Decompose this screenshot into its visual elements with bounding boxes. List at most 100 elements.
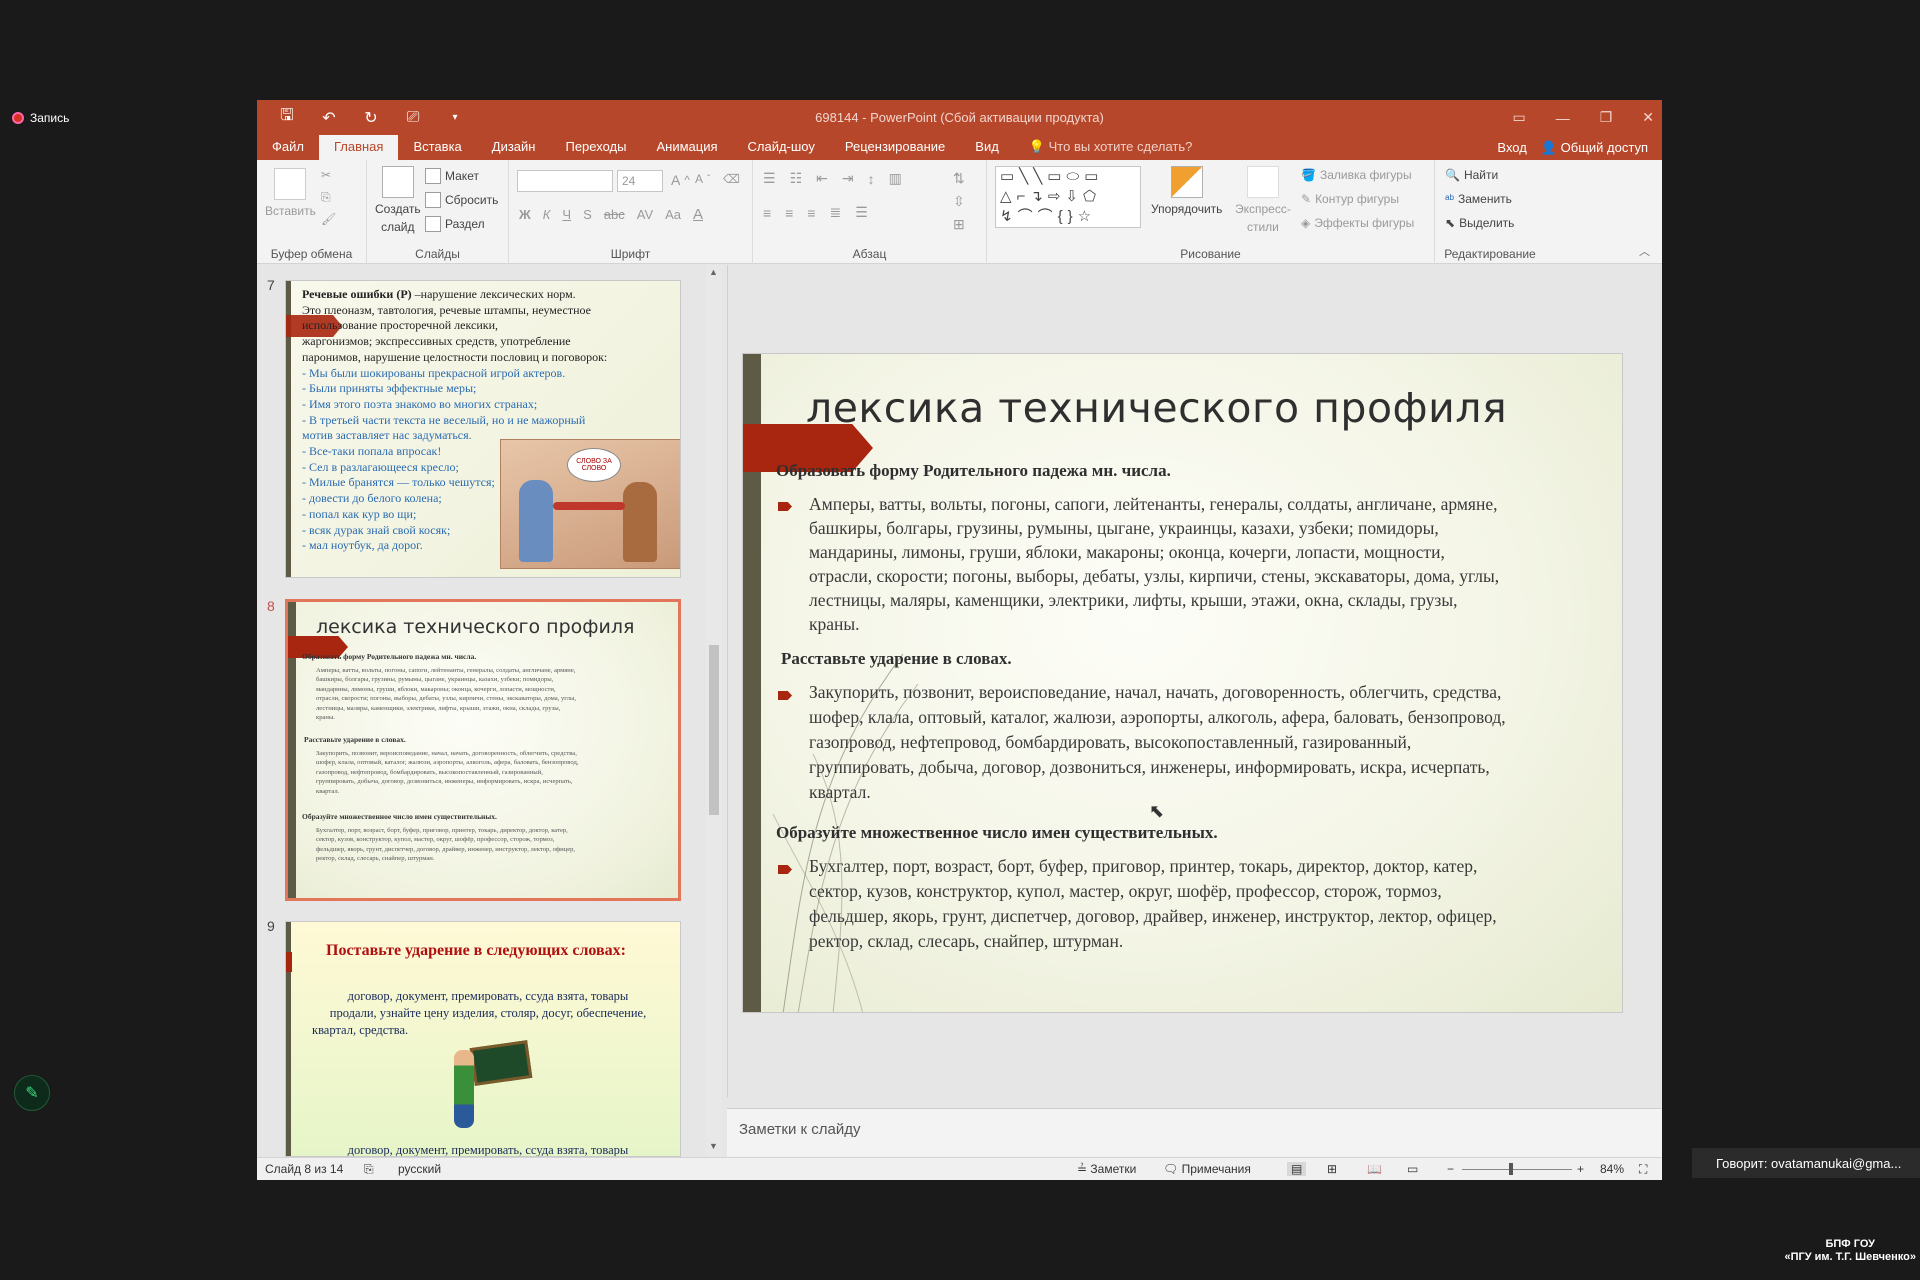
- increase-indent-icon[interactable]: ⇥: [842, 170, 854, 187]
- thumbnail-slide-9[interactable]: Поставьте ударение в следующих словах: д…: [285, 921, 681, 1157]
- font-size-input[interactable]: 24: [617, 170, 663, 192]
- undo-icon[interactable]: ↶: [319, 108, 339, 128]
- shape-outline-button[interactable]: ✎ Контур фигуры: [1301, 192, 1399, 206]
- main-slide[interactable]: лексика технического профиля Образовать …: [742, 353, 1623, 1013]
- spellcheck-icon[interactable]: ⎘: [364, 1162, 374, 1177]
- tab-insert[interactable]: Вставка: [398, 135, 476, 160]
- shape-effects-button[interactable]: ◈ Эффекты фигуры: [1301, 216, 1414, 230]
- close-icon[interactable]: ✕: [1642, 109, 1654, 126]
- slide-heading-2[interactable]: Расставьте ударение в словах.: [781, 649, 1012, 669]
- font-name-input[interactable]: [517, 170, 613, 192]
- slide-paragraph-2[interactable]: Закупорить, позвонит, вероисповедание, н…: [809, 680, 1506, 805]
- comments-toggle[interactable]: 🗨 Примечания: [1163, 1162, 1251, 1176]
- minimize-icon[interactable]: —: [1556, 110, 1570, 126]
- format-painter-icon[interactable]: 🖌: [321, 212, 336, 226]
- slideshow-from-start-icon[interactable]: ⎚: [403, 109, 423, 127]
- restore-icon[interactable]: ❐: [1600, 109, 1613, 126]
- tab-slideshow[interactable]: Слайд-шоу: [733, 135, 830, 160]
- notes-pane[interactable]: Заметки к слайду: [727, 1108, 1662, 1157]
- align-right-icon[interactable]: ≡: [807, 205, 815, 221]
- tab-transitions[interactable]: Переходы: [550, 135, 641, 160]
- save-icon[interactable]: 🖫: [277, 104, 297, 131]
- numbering-icon[interactable]: ☷: [790, 170, 803, 187]
- cut-icon[interactable]: ✂: [321, 168, 331, 182]
- slide-paragraph-3[interactable]: Бухгалтер, порт, возраст, борт, буфер, п…: [809, 854, 1497, 954]
- underline-button[interactable]: Ч: [562, 207, 571, 222]
- tell-me-box[interactable]: 💡 Что вы хотите сделать?: [1014, 135, 1208, 160]
- columns-icon[interactable]: ▥: [889, 170, 902, 187]
- signin-link[interactable]: Вход: [1497, 140, 1526, 155]
- share-label: Общий доступ: [1560, 139, 1648, 155]
- align-left-icon[interactable]: ≡: [763, 205, 771, 221]
- new-slide-button[interactable]: Создать слайд: [375, 166, 421, 234]
- zoom-slider-thumb[interactable]: [1509, 1163, 1513, 1175]
- shadow-button[interactable]: S: [583, 207, 592, 222]
- text-columns-icon[interactable]: ☰: [855, 204, 868, 221]
- section-button[interactable]: Раздел: [425, 216, 485, 232]
- scroll-down-icon[interactable]: ▼: [709, 1141, 718, 1151]
- line-spacing-icon[interactable]: ↕: [868, 171, 875, 187]
- char-spacing-button[interactable]: AV: [637, 207, 653, 222]
- replace-button[interactable]: ᵃᵇ Заменить: [1445, 192, 1512, 206]
- find-button[interactable]: 🔍 Найти: [1445, 168, 1498, 182]
- slide-sorter-icon[interactable]: ⊞: [1327, 1162, 1337, 1176]
- quick-styles-button[interactable]: Экспресс-стили: [1235, 166, 1291, 234]
- thumbnails-scroll-thumb[interactable]: [709, 645, 719, 815]
- slideshow-view-icon[interactable]: ▭: [1407, 1162, 1418, 1176]
- thumbnail-slide-7[interactable]: Речевые ошибки (Р) –нарушение лексически…: [285, 280, 681, 578]
- language-indicator[interactable]: русский: [398, 1162, 441, 1176]
- zoom-slider[interactable]: [1462, 1169, 1572, 1170]
- zoom-level[interactable]: 84%: [1600, 1162, 1624, 1176]
- shrink-font-icon[interactable]: Aˇ: [695, 172, 710, 186]
- tab-home[interactable]: Главная: [318, 135, 399, 160]
- select-button[interactable]: ⬉ Выделить: [1445, 216, 1514, 230]
- clear-formatting-icon[interactable]: ⌫: [723, 172, 740, 186]
- align-text-icon[interactable]: ⇳: [953, 193, 965, 210]
- tab-file[interactable]: Файл: [257, 135, 319, 160]
- tab-review[interactable]: Рецензирование: [830, 135, 960, 160]
- shape-fill-button[interactable]: 🪣 Заливка фигуры: [1301, 168, 1412, 182]
- bullets-icon[interactable]: ☰: [763, 170, 776, 187]
- thumbnails-scrollbar[interactable]: ▲ ▼: [706, 265, 722, 1157]
- thumbnail-slide-8[interactable]: лексика технического профиля Образовать …: [285, 599, 681, 901]
- smartart-icon[interactable]: ⊞: [953, 216, 965, 233]
- ribbon-display-icon[interactable]: ▭: [1512, 109, 1525, 126]
- decrease-indent-icon[interactable]: ⇤: [816, 170, 828, 187]
- grow-font-icon[interactable]: A ^: [671, 172, 690, 188]
- text-direction-icon[interactable]: ⇅: [953, 170, 965, 187]
- arrange-button[interactable]: Упорядочить: [1151, 166, 1222, 216]
- bold-button[interactable]: Ж: [519, 207, 531, 222]
- copy-icon[interactable]: ⎘: [321, 190, 331, 205]
- customize-qat-icon[interactable]: ▾: [445, 112, 465, 123]
- paste-button[interactable]: Вставить: [265, 168, 316, 218]
- strikethrough-button[interactable]: abc: [604, 207, 625, 222]
- notes-toggle[interactable]: ≟ Заметки: [1077, 1162, 1136, 1176]
- tab-animations[interactable]: Анимация: [641, 135, 732, 160]
- slide-paragraph-1[interactable]: Амперы, ватты, вольты, погоны, сапоги, л…: [809, 492, 1499, 636]
- zoom-in-icon[interactable]: +: [1577, 1162, 1584, 1176]
- paragraph-group-label: Абзац: [852, 247, 887, 261]
- share-button[interactable]: 👤 Общий доступ: [1541, 140, 1648, 156]
- tab-design[interactable]: Дизайн: [477, 135, 551, 160]
- change-case-button[interactable]: Aa: [665, 207, 681, 222]
- collapse-ribbon-icon[interactable]: ︿: [1639, 243, 1650, 259]
- italic-button[interactable]: К: [543, 207, 551, 222]
- scroll-up-icon[interactable]: ▲: [709, 267, 718, 277]
- quick-styles-label-2: стили: [1246, 220, 1279, 234]
- annotate-pen-icon[interactable]: ✎: [14, 1075, 50, 1111]
- slide-heading-3[interactable]: Образуйте множественное число имен сущес…: [776, 823, 1218, 843]
- tab-view[interactable]: Вид: [960, 135, 1014, 160]
- align-center-icon[interactable]: ≡: [785, 205, 793, 221]
- reset-button[interactable]: Сбросить: [425, 192, 498, 208]
- justify-icon[interactable]: ≣: [830, 204, 842, 221]
- fit-to-window-icon[interactable]: ⛶: [1639, 1162, 1647, 1177]
- shapes-gallery[interactable]: ▭╲╲▭⬭▭ △⌐↴⇨⇩⬠ ↯⌒⌒{}☆: [995, 166, 1141, 228]
- redo-icon[interactable]: ↻: [361, 108, 381, 128]
- reading-view-icon[interactable]: 📖: [1367, 1162, 1382, 1176]
- font-color-button[interactable]: A: [693, 206, 703, 223]
- normal-view-icon[interactable]: ▤: [1287, 1162, 1307, 1176]
- zoom-out-icon[interactable]: −: [1447, 1162, 1454, 1176]
- slide-title[interactable]: лексика технического профиля: [806, 384, 1507, 432]
- layout-button[interactable]: Макет: [425, 168, 479, 184]
- slide-heading-1[interactable]: Образовать форму Родительного падежа мн.…: [776, 461, 1171, 481]
